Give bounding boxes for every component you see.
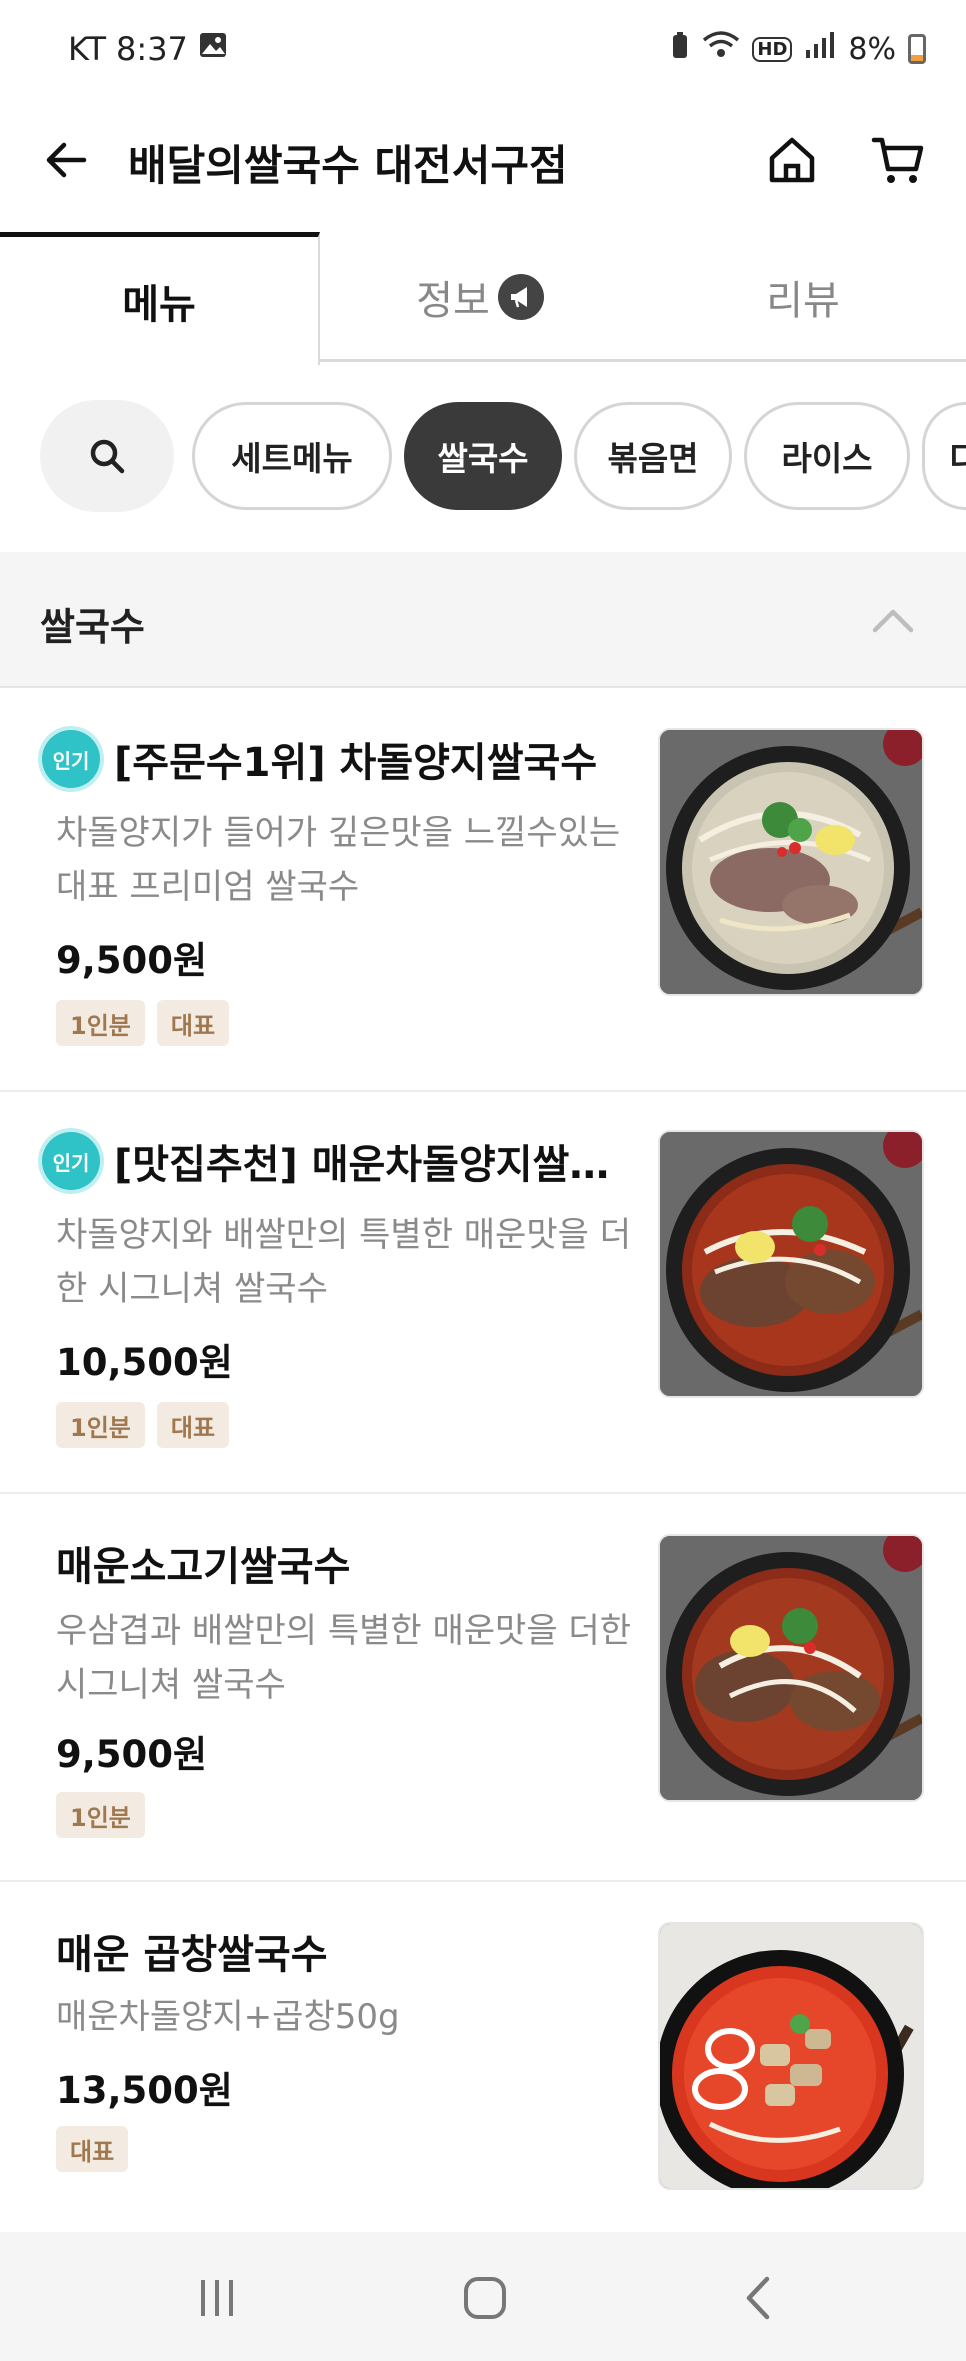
back-arrow-icon: [46, 142, 87, 178]
item-price: 9,500원: [56, 939, 208, 982]
home-button[interactable]: [760, 128, 824, 192]
spicy-pho-bowl-image: [660, 1132, 922, 1396]
back-nav-button[interactable]: [714, 2258, 804, 2338]
chevron-up-icon: [872, 609, 914, 633]
item-photo: [658, 728, 924, 996]
recent-apps-button[interactable]: [172, 2258, 262, 2338]
tab-info-label: 정보: [416, 278, 490, 324]
category-chip-label: 디: [949, 432, 966, 480]
category-chip-rice-noodle[interactable]: 쌀국수: [404, 402, 562, 510]
signal-icon: [804, 30, 836, 68]
store-title: 배달의쌀국수 대전서구점: [128, 141, 568, 190]
tab-info[interactable]: 정보: [320, 232, 640, 362]
section-header[interactable]: 쌀국수: [0, 552, 966, 688]
menu-item[interactable]: 인기 [맛집추천] 매운차돌양지쌀… 차돌양지와 배쌀만의 특별한 매운맛을 더…: [0, 1092, 966, 1494]
category-chip-rice[interactable]: 라이스: [744, 402, 910, 510]
back-nav-icon: [746, 2276, 770, 2320]
item-title-row: 매운 곱창쌀국수: [56, 1922, 646, 1980]
item-photo: [658, 1130, 924, 1398]
pho-bowl-image: [660, 730, 922, 994]
tag-signature: 대표: [56, 2126, 129, 2172]
item-tags: 1인분 대표: [56, 1000, 230, 1046]
item-description: 차돌양지가 들어가 깊은맛을 느낄수있는 대표 프리미엄 쌀국수: [56, 813, 621, 907]
item-description: 차돌양지와 배쌀만의 특별한 매운맛을 더한 시그니쳐 쌀국수: [56, 1215, 631, 1309]
section-title: 쌀국수: [40, 605, 145, 649]
item-description: 매운차돌양지+곱창50g: [56, 1997, 400, 2037]
home-nav-icon: [464, 2277, 506, 2319]
tripe-pho-image: [660, 1924, 922, 2188]
popular-badge: 인기: [42, 730, 100, 788]
item-tags: 대표: [56, 2126, 129, 2172]
cart-button[interactable]: [866, 128, 930, 192]
category-chip-label: 세트메뉴: [231, 439, 353, 478]
item-title-row: 매운소고기쌀국수: [56, 1534, 646, 1592]
clock: 8:37: [116, 30, 188, 68]
app-header: 배달의쌀국수 대전서구점: [0, 110, 966, 210]
category-chip-label: 볶음면: [607, 439, 699, 478]
menu-item[interactable]: 매운소고기쌀국수 우삼겹과 배쌀만의 특별한 매운맛을 더한 시그니쳐 쌀국수 …: [0, 1494, 966, 1882]
item-name: 매운 곱창쌀국수: [56, 1932, 328, 1978]
cart-icon: [871, 137, 924, 183]
home-icon: [769, 137, 815, 183]
tab-review[interactable]: 리뷰: [640, 232, 966, 362]
battery-saver-icon: [670, 30, 690, 68]
tab-menu-label: 메뉴: [122, 282, 196, 328]
tab-menu[interactable]: 메뉴: [0, 232, 320, 365]
popular-badge: 인기: [42, 1132, 100, 1190]
category-chip-label: 라이스: [781, 439, 873, 478]
status-left: KT 8:37: [68, 30, 228, 68]
item-tags: 1인분: [56, 1792, 145, 1838]
tab-review-label: 리뷰: [766, 278, 840, 324]
item-price: 10,500원: [56, 1341, 233, 1384]
item-name: [맛집추천] 매운차돌양지쌀…: [114, 1142, 610, 1188]
tag-signature: 대표: [156, 1402, 230, 1448]
category-chip-fried-noodle[interactable]: 볶음면: [574, 402, 732, 510]
category-chips: 세트메뉴 쌀국수 볶음면 라이스 디: [0, 400, 966, 515]
item-title-row: 인기 [맛집추천] 매운차돌양지쌀…: [42, 1132, 632, 1190]
system-nav-bar: [0, 2232, 966, 2361]
gallery-icon: [198, 30, 228, 68]
wifi-icon: [702, 30, 740, 68]
category-chip-set-menu[interactable]: 세트메뉴: [192, 402, 392, 510]
megaphone-icon: [497, 274, 544, 320]
spicy-beef-pho-image: [660, 1536, 922, 1800]
tag-serving: 1인분: [56, 1402, 145, 1448]
item-title-row: 인기 [주문수1위] 차돌양지쌀국수: [42, 730, 632, 788]
tag-serving: 1인분: [56, 1000, 145, 1046]
item-price: 13,500원: [56, 2069, 233, 2112]
category-chip-label: 쌀국수: [437, 439, 529, 478]
carrier-label: KT: [68, 30, 107, 68]
battery-icon: [908, 34, 926, 64]
tag-signature: 대표: [156, 1000, 230, 1046]
back-button[interactable]: [36, 130, 96, 190]
item-photo: [658, 1922, 924, 2190]
hd-icon: HD: [752, 36, 793, 62]
item-tags: 1인분 대표: [56, 1402, 230, 1448]
status-right: HD 8%: [670, 30, 926, 68]
home-nav-button[interactable]: [440, 2258, 530, 2338]
item-photo: [658, 1534, 924, 1802]
store-tabs: 메뉴 정보 리뷰: [0, 232, 966, 365]
menu-item[interactable]: 인기 [주문수1위] 차돌양지쌀국수 차돌양지가 들어가 깊은맛을 느낄수있는 …: [0, 690, 966, 1092]
menu-item[interactable]: 매운 곱창쌀국수 매운차돌양지+곱창50g 13,500원 대표: [0, 1882, 966, 2228]
search-icon: [90, 439, 125, 474]
collapse-toggle[interactable]: [866, 596, 920, 644]
tag-serving: 1인분: [56, 1792, 145, 1838]
item-name: [주문수1위] 차돌양지쌀국수: [114, 740, 598, 786]
battery-percent: 8%: [848, 31, 896, 67]
status-bar: KT 8:37 HD 8%: [0, 0, 966, 100]
item-description: 우삼겹과 배쌀만의 특별한 매운맛을 더한 시그니쳐 쌀국수: [56, 1611, 631, 1705]
recent-apps-icon: [201, 2280, 233, 2316]
item-price: 9,500원: [56, 1733, 208, 1776]
menu-search-button[interactable]: [40, 400, 174, 512]
category-chip-dessert[interactable]: 디: [922, 402, 966, 510]
item-name: 매운소고기쌀국수: [56, 1544, 351, 1590]
